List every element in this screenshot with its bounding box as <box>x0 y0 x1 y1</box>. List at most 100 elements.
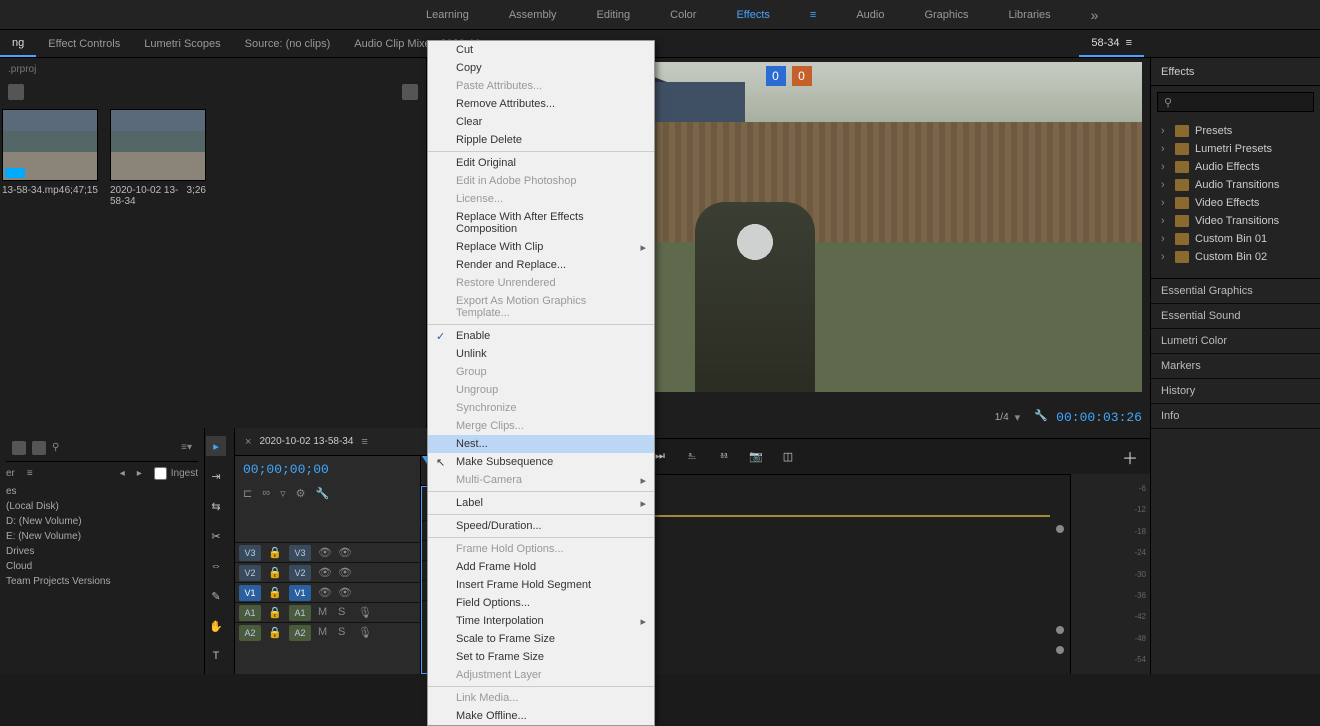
menu-item[interactable]: Cut <box>428 41 654 59</box>
menu-item[interactable]: Label <box>428 494 654 512</box>
menu-item[interactable]: Add Frame Hold <box>428 558 654 576</box>
ws-learning[interactable]: Learning <box>426 9 469 21</box>
track-target[interactable]: V2 <box>289 565 311 581</box>
slip-tool[interactable]: ⇔ <box>206 556 226 576</box>
lock-icon[interactable]: 🔒 <box>268 586 282 600</box>
eye-icon[interactable]: 👁 <box>318 566 332 580</box>
marker-icon[interactable]: ▿ <box>280 487 286 500</box>
selection-tool[interactable]: ▸ <box>206 436 226 456</box>
menu-item[interactable]: Nest... <box>428 435 654 453</box>
ws-overflow-icon[interactable]: » <box>1091 7 1099 23</box>
ws-effects[interactable]: Effects <box>736 9 769 21</box>
ws-editing[interactable]: Editing <box>597 9 631 21</box>
effects-folder[interactable]: ›Video Transitions <box>1151 212 1320 230</box>
effects-folder[interactable]: ›Audio Effects <box>1151 158 1320 176</box>
menu-item[interactable]: Make Offline... <box>428 707 654 725</box>
eye-icon[interactable]: 👁 <box>338 586 352 600</box>
track-v3[interactable]: V3 <box>239 545 261 561</box>
media-tree[interactable]: es (Local Disk) D: (New Volume) E: (New … <box>6 484 198 589</box>
lock-icon[interactable]: 🔒 <box>268 606 282 620</box>
ws-libraries[interactable]: Libraries <box>1008 9 1050 21</box>
menu-item[interactable]: Field Options... <box>428 594 654 612</box>
settings-icon[interactable]: 🔧 <box>1034 409 1050 425</box>
ws-audio[interactable]: Audio <box>856 9 884 21</box>
tab-source[interactable]: ng <box>0 31 36 57</box>
lock-icon[interactable]: 🔒 <box>268 626 282 640</box>
folder-icon[interactable] <box>402 84 418 100</box>
icon-view-icon[interactable] <box>32 441 46 455</box>
lift-icon[interactable]: ⎁ <box>683 448 701 466</box>
zoom-handle[interactable] <box>1056 525 1064 533</box>
pen-tool[interactable]: ✎ <box>206 586 226 606</box>
zoom-handle[interactable] <box>1056 646 1064 654</box>
ingest-checkbox[interactable]: Ingest <box>154 467 198 480</box>
effects-folder[interactable]: ›Presets <box>1151 122 1320 140</box>
program-timecode[interactable]: 00:00:03:26 <box>1056 410 1142 425</box>
settings-icon[interactable]: ⚙ <box>296 487 306 500</box>
eye-icon[interactable]: 👁 <box>338 546 352 560</box>
menu-item[interactable]: Insert Frame Hold Segment <box>428 576 654 594</box>
track-target[interactable]: A1 <box>289 605 311 621</box>
menu-item[interactable]: Unlink <box>428 345 654 363</box>
eye-icon[interactable]: 👁 <box>318 546 332 560</box>
mic-icon[interactable]: 🎙 <box>358 626 372 640</box>
effects-folder[interactable]: ›Audio Transitions <box>1151 176 1320 194</box>
menu-item[interactable]: Render and Replace... <box>428 256 654 274</box>
panel-menu-icon[interactable]: ≡ <box>361 436 367 448</box>
eye-icon[interactable]: 👁 <box>318 586 332 600</box>
link-icon[interactable]: ∞ <box>262 487 270 500</box>
lock-icon[interactable]: 🔒 <box>268 546 282 560</box>
track-v2[interactable]: V2 <box>239 565 261 581</box>
ws-menu-icon[interactable]: ≡ <box>810 9 816 21</box>
effects-folder[interactable]: ›Lumetri Presets <box>1151 140 1320 158</box>
ws-assembly[interactable]: Assembly <box>509 9 557 21</box>
track-v1[interactable]: V1 <box>239 585 261 601</box>
clip-context-menu[interactable]: CutCopyPaste Attributes...Remove Attribu… <box>427 40 655 726</box>
panel-tab[interactable]: Lumetri Color <box>1151 329 1320 354</box>
export-frame-icon[interactable]: 📷 <box>747 448 765 466</box>
lock-icon[interactable]: 🔒 <box>268 566 282 580</box>
panel-tab[interactable]: Info <box>1151 404 1320 429</box>
panel-menu-icon[interactable]: ≡ <box>27 468 33 479</box>
mic-icon[interactable]: 🎙 <box>358 606 372 620</box>
razor-tool[interactable]: ✂ <box>206 526 226 546</box>
menu-item[interactable]: Remove Attributes... <box>428 95 654 113</box>
clip-thumb[interactable]: 2020-10-02 13-58-343;26 <box>110 109 206 207</box>
panel-tab[interactable]: History <box>1151 379 1320 404</box>
sort-menu-icon[interactable]: ≡▾ <box>181 442 192 453</box>
effects-folder[interactable]: ›Video Effects <box>1151 194 1320 212</box>
menu-item[interactable]: Set to Frame Size <box>428 648 654 666</box>
effects-folder[interactable]: ›Custom Bin 01 <box>1151 230 1320 248</box>
track-a2[interactable]: A2 <box>239 625 261 641</box>
track-target[interactable]: A2 <box>289 625 311 641</box>
track-a1[interactable]: A1 <box>239 605 261 621</box>
snap-icon[interactable]: ⊏ <box>243 487 252 500</box>
eye-icon[interactable]: 👁 <box>338 566 352 580</box>
effects-folder[interactable]: ›Custom Bin 02 <box>1151 248 1320 266</box>
wrench-icon[interactable]: 🔧 <box>315 487 329 500</box>
type-tool[interactable]: T <box>206 646 226 666</box>
tab-lumetri-scopes[interactable]: Lumetri Scopes <box>132 31 232 57</box>
prev-icon[interactable]: ◂ <box>120 468 125 479</box>
list-view-icon[interactable] <box>12 441 26 455</box>
timeline-timecode[interactable]: 00;00;00;00 <box>235 456 420 483</box>
menu-item[interactable]: Enable <box>428 327 654 345</box>
effects-search[interactable]: ⚲ <box>1157 92 1314 112</box>
tab-program[interactable]: 58-34 ≡ <box>1079 31 1144 57</box>
ripple-tool[interactable]: ⇆ <box>206 496 226 516</box>
menu-item[interactable]: Replace With After Effects Composition <box>428 208 654 238</box>
tab-effect-controls[interactable]: Effect Controls <box>36 31 132 57</box>
extract-icon[interactable]: ⎂ <box>715 448 733 466</box>
compare-icon[interactable]: ◫ <box>779 448 797 466</box>
track-select-tool[interactable]: ⇥ <box>206 466 226 486</box>
menu-item[interactable]: Scale to Frame Size <box>428 630 654 648</box>
track-target[interactable]: V1 <box>289 585 311 601</box>
track-target[interactable]: V3 <box>289 545 311 561</box>
menu-item[interactable]: Clear <box>428 113 654 131</box>
tab-source-noclip[interactable]: Source: (no clips) <box>233 31 343 57</box>
bin-icon[interactable] <box>8 84 24 100</box>
menu-item[interactable]: Edit Original <box>428 154 654 172</box>
menu-item[interactable]: Time Interpolation <box>428 612 654 630</box>
panel-tab[interactable]: Essential Graphics <box>1151 279 1320 304</box>
timeline-close-icon[interactable]: × <box>245 436 251 448</box>
